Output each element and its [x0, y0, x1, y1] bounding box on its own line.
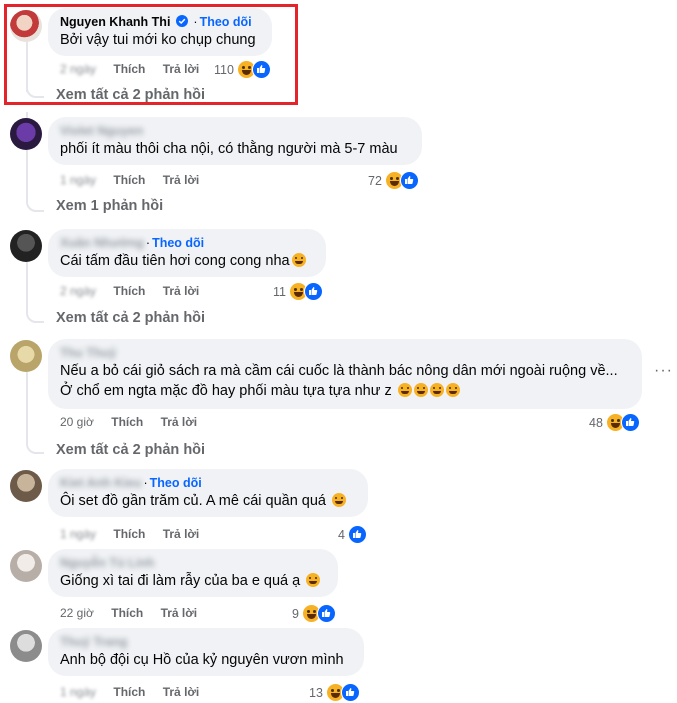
laughing-emoji-icon: [413, 383, 428, 397]
comment-text: phối ít màu thôi cha nội, có thằng người…: [60, 141, 398, 157]
comment-time[interactable]: 2 ngày: [60, 284, 96, 298]
grinning-emoji-icon: [332, 493, 347, 507]
reaction-count: 11: [273, 284, 286, 299]
laughing-emoji-icon: [445, 383, 460, 397]
reaction-count: 4: [338, 527, 345, 542]
reply-button[interactable]: Trả lời: [163, 284, 200, 298]
comment-author[interactable]: Nguyễn Tú Linh: [60, 556, 154, 570]
reaction-count: 110: [214, 62, 234, 77]
verified-badge-icon: [175, 15, 188, 27]
follow-button[interactable]: Theo dõi: [150, 476, 202, 490]
avatar[interactable]: [10, 340, 42, 372]
comment-actions: 2 ngày Thích Trả lời: [60, 62, 213, 76]
avatar[interactable]: [10, 630, 42, 662]
reaction-summary[interactable]: 11: [273, 282, 323, 301]
comment-text: Giống xì tai đi làm rẫy của ba e quá ạ: [60, 573, 301, 589]
reaction-count: 9: [292, 606, 299, 621]
comment-actions: 22 giờ Thích Trả lời: [60, 606, 211, 620]
comment-time[interactable]: 1 ngày: [60, 685, 96, 699]
laughing-emoji-icon: [429, 383, 444, 397]
comment-actions: 1 ngày Thích Trả lời: [60, 527, 213, 541]
like-button[interactable]: Thích: [113, 173, 145, 187]
comment-author[interactable]: Xuân Nhường: [60, 236, 144, 250]
reply-button[interactable]: Trả lời: [163, 685, 200, 699]
comment-actions: 2 ngày Thích Trả lời: [60, 284, 213, 298]
comment-time[interactable]: 20 giờ: [60, 415, 94, 429]
comment-bubble: Thu Thuỷ Nếu a bỏ cái giỏ sách ra mà cầm…: [48, 339, 642, 409]
avatar[interactable]: [10, 230, 42, 262]
rofl-emoji-icon: [306, 573, 321, 587]
grinning-emoji-icon: [291, 253, 306, 267]
reaction-count: 72: [368, 173, 382, 188]
avatar[interactable]: [10, 470, 42, 502]
reaction-summary[interactable]: 9: [292, 604, 336, 623]
reply-button[interactable]: Trả lời: [163, 173, 200, 187]
reaction-count: 48: [589, 415, 603, 430]
like-reaction-icon: [399, 171, 419, 190]
like-button[interactable]: Thích: [113, 284, 145, 298]
reaction-summary[interactable]: 4: [338, 525, 367, 544]
view-replies-link[interactable]: Xem tất cả 2 phản hồi: [56, 310, 205, 326]
comment-actions: 1 ngày Thích Trả lời: [60, 173, 213, 187]
like-reaction-icon: [316, 604, 336, 623]
comment-bubble: Thuý Trang Anh bộ đội cụ Hồ của kỷ nguyê…: [48, 628, 364, 676]
like-button[interactable]: Thích: [113, 62, 145, 76]
comment-text: Bởi vậy tui mới ko chụp chung: [60, 32, 256, 48]
comment-bubble: Violet Nguyen phối ít màu thôi cha nội, …: [48, 117, 422, 165]
like-reaction-icon: [251, 60, 271, 79]
comment-author[interactable]: Thuý Trang: [60, 635, 127, 649]
comment-bubble: Xuân Nhường · Theo dõi Cái tấm đầu tiên hơ…: [48, 229, 326, 277]
reaction-count: 13: [309, 685, 323, 700]
like-reaction-icon: [303, 282, 323, 301]
avatar[interactable]: [10, 118, 42, 150]
view-replies-link[interactable]: Xem tất cả 2 phản hồi: [56, 87, 205, 103]
comment-bubble: Nguyễn Tú Linh Giống xì tai đi làm rẫy c…: [48, 549, 338, 597]
reaction-summary[interactable]: 72: [368, 171, 419, 190]
comment-actions: 1 ngày Thích Trả lời: [60, 685, 213, 699]
comment-text: Ở chổ em ngta mặc đồ hay phối màu tựa tự…: [60, 383, 392, 399]
reply-button[interactable]: Trả lời: [161, 606, 198, 620]
reaction-summary[interactable]: 48: [589, 413, 640, 432]
follow-button[interactable]: Theo dõi: [200, 15, 252, 29]
like-reaction-icon: [620, 413, 640, 432]
comment-text: Cái tấm đầu tiên hơi cong cong nha: [60, 253, 290, 269]
avatar[interactable]: [10, 10, 42, 42]
comment-time[interactable]: 22 giờ: [60, 606, 94, 620]
comment-author[interactable]: Nguyen Khanh Thi: [60, 15, 170, 29]
reply-button[interactable]: Trả lời: [163, 527, 200, 541]
reply-button[interactable]: Trả lời: [163, 62, 200, 76]
comment-text: Anh bộ đội cụ Hồ của kỷ nguyên vươn mình: [60, 652, 344, 668]
comment-actions: 20 giờ Thích Trả lời: [60, 415, 211, 429]
follow-button[interactable]: Theo dõi: [152, 236, 204, 250]
comment-bubble: Kiet Anh Kieu · Theo dõi Ôi set đồ gần tră…: [48, 469, 368, 517]
comment-time[interactable]: 1 ngày: [60, 527, 96, 541]
comment-text: Nếu a bỏ cái giỏ sách ra mà cầm cái cuốc…: [60, 363, 618, 379]
reaction-summary[interactable]: 13: [309, 683, 360, 702]
comment-author[interactable]: Kiet Anh Kieu: [60, 476, 141, 490]
like-reaction-icon: [340, 683, 360, 702]
reply-button[interactable]: Trả lời: [161, 415, 198, 429]
comment-author[interactable]: Violet Nguyen: [60, 124, 143, 138]
comment-text: Ôi set đồ gần trăm củ. A mê cái quần quá: [60, 493, 326, 509]
like-button[interactable]: Thích: [111, 415, 143, 429]
like-button[interactable]: Thích: [113, 685, 145, 699]
view-replies-link[interactable]: Xem tất cả 2 phản hồi: [56, 442, 205, 458]
view-replies-link[interactable]: Xem 1 phản hồi: [56, 198, 163, 214]
comment-time[interactable]: 1 ngày: [60, 173, 96, 187]
like-button[interactable]: Thích: [113, 527, 145, 541]
laughing-emoji-icon: [397, 383, 412, 397]
avatar[interactable]: [10, 550, 42, 582]
more-options-icon[interactable]: ···: [654, 362, 673, 380]
reaction-summary[interactable]: 110: [214, 60, 271, 79]
comment-time[interactable]: 2 ngày: [60, 62, 96, 76]
like-button[interactable]: Thích: [111, 606, 143, 620]
comment-author[interactable]: Thu Thuỷ: [60, 346, 116, 360]
comment-bubble: Nguyen Khanh Thi · Theo dõi Bởi vậy tui m…: [48, 8, 272, 56]
like-reaction-icon: [347, 525, 367, 544]
